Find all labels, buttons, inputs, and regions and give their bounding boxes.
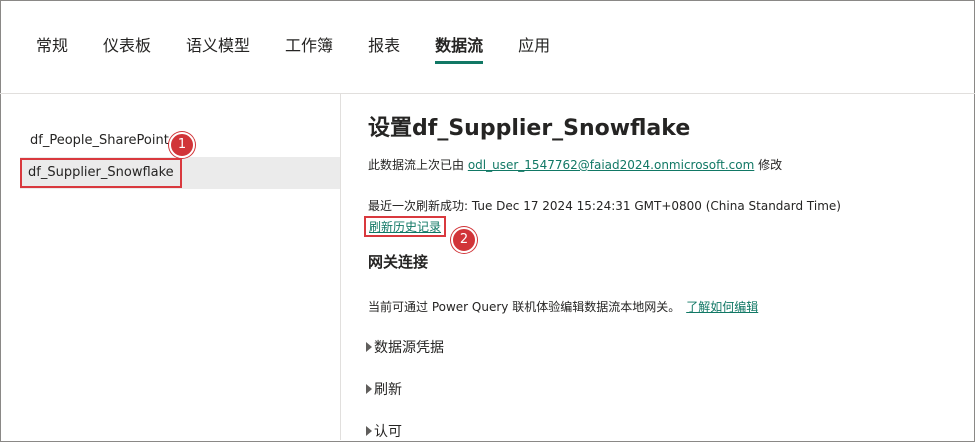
refresh-status: 最近一次刷新成功: Tue Dec 17 2024 15:24:31 GMT+0…: [368, 199, 841, 213]
modified-user-link[interactable]: odl_user_1547762@faiad2024.onmicrosoft.c…: [468, 158, 754, 172]
dataflow-item-supplier-snowflake[interactable]: df_Supplier_Snowflake: [20, 157, 340, 189]
modified-suffix: 修改: [754, 158, 783, 172]
tab-workbooks[interactable]: 工作簿: [285, 28, 333, 60]
gateway-description: 当前可通过 Power Query 联机体验编辑数据流本地网关。 了解如何编辑: [368, 298, 963, 315]
dataflow-item-label: df_People_SharePoint: [30, 133, 169, 148]
expand-triangle-icon: [366, 426, 372, 436]
gateway-text: 当前可通过 Power Query 联机体验编辑数据流本地网关。: [368, 300, 681, 314]
expand-triangle-icon: [366, 342, 372, 352]
last-modified-line: 此数据流上次已由 odl_user_1547762@faiad2024.onmi…: [368, 156, 963, 173]
step-badge-2: 2: [451, 227, 477, 253]
tab-semantic-models[interactable]: 语义模型: [186, 28, 250, 60]
dataflow-item-label: df_Supplier_Snowflake: [20, 158, 182, 188]
tab-apps[interactable]: 应用: [518, 28, 550, 60]
page-title: 设置df_Supplier_Snowflake: [368, 116, 691, 141]
tab-dataflows[interactable]: 数据流: [435, 28, 484, 64]
section-label: 数据源凭据: [374, 340, 444, 356]
gateway-section-title: 网关连接: [368, 253, 429, 271]
settings-panel: 设置df_Supplier_Snowflake 此数据流上次已由 odl_use…: [364, 110, 963, 441]
tabs-divider: [0, 93, 975, 94]
section-endorsement[interactable]: 认可: [366, 421, 963, 441]
modified-prefix: 此数据流上次已由: [368, 158, 468, 172]
expand-triangle-icon: [366, 384, 372, 394]
tab-general[interactable]: 常规: [36, 28, 68, 60]
step-badge-1: 1: [169, 132, 195, 158]
section-data-source-credentials[interactable]: 数据源凭据: [366, 337, 963, 357]
section-label: 刷新: [374, 382, 402, 398]
section-refresh[interactable]: 刷新: [366, 379, 963, 399]
section-label: 认可: [374, 424, 402, 440]
refresh-history-link[interactable]: 刷新历史记录: [364, 216, 447, 237]
learn-edit-link[interactable]: 了解如何编辑: [686, 300, 758, 314]
panel-divider: [340, 94, 341, 440]
tab-reports[interactable]: 报表: [368, 28, 400, 60]
tab-bar: 常规 仪表板 语义模型 工作簿 报表 数据流 应用: [36, 28, 585, 64]
tab-dashboards[interactable]: 仪表板: [103, 28, 151, 60]
